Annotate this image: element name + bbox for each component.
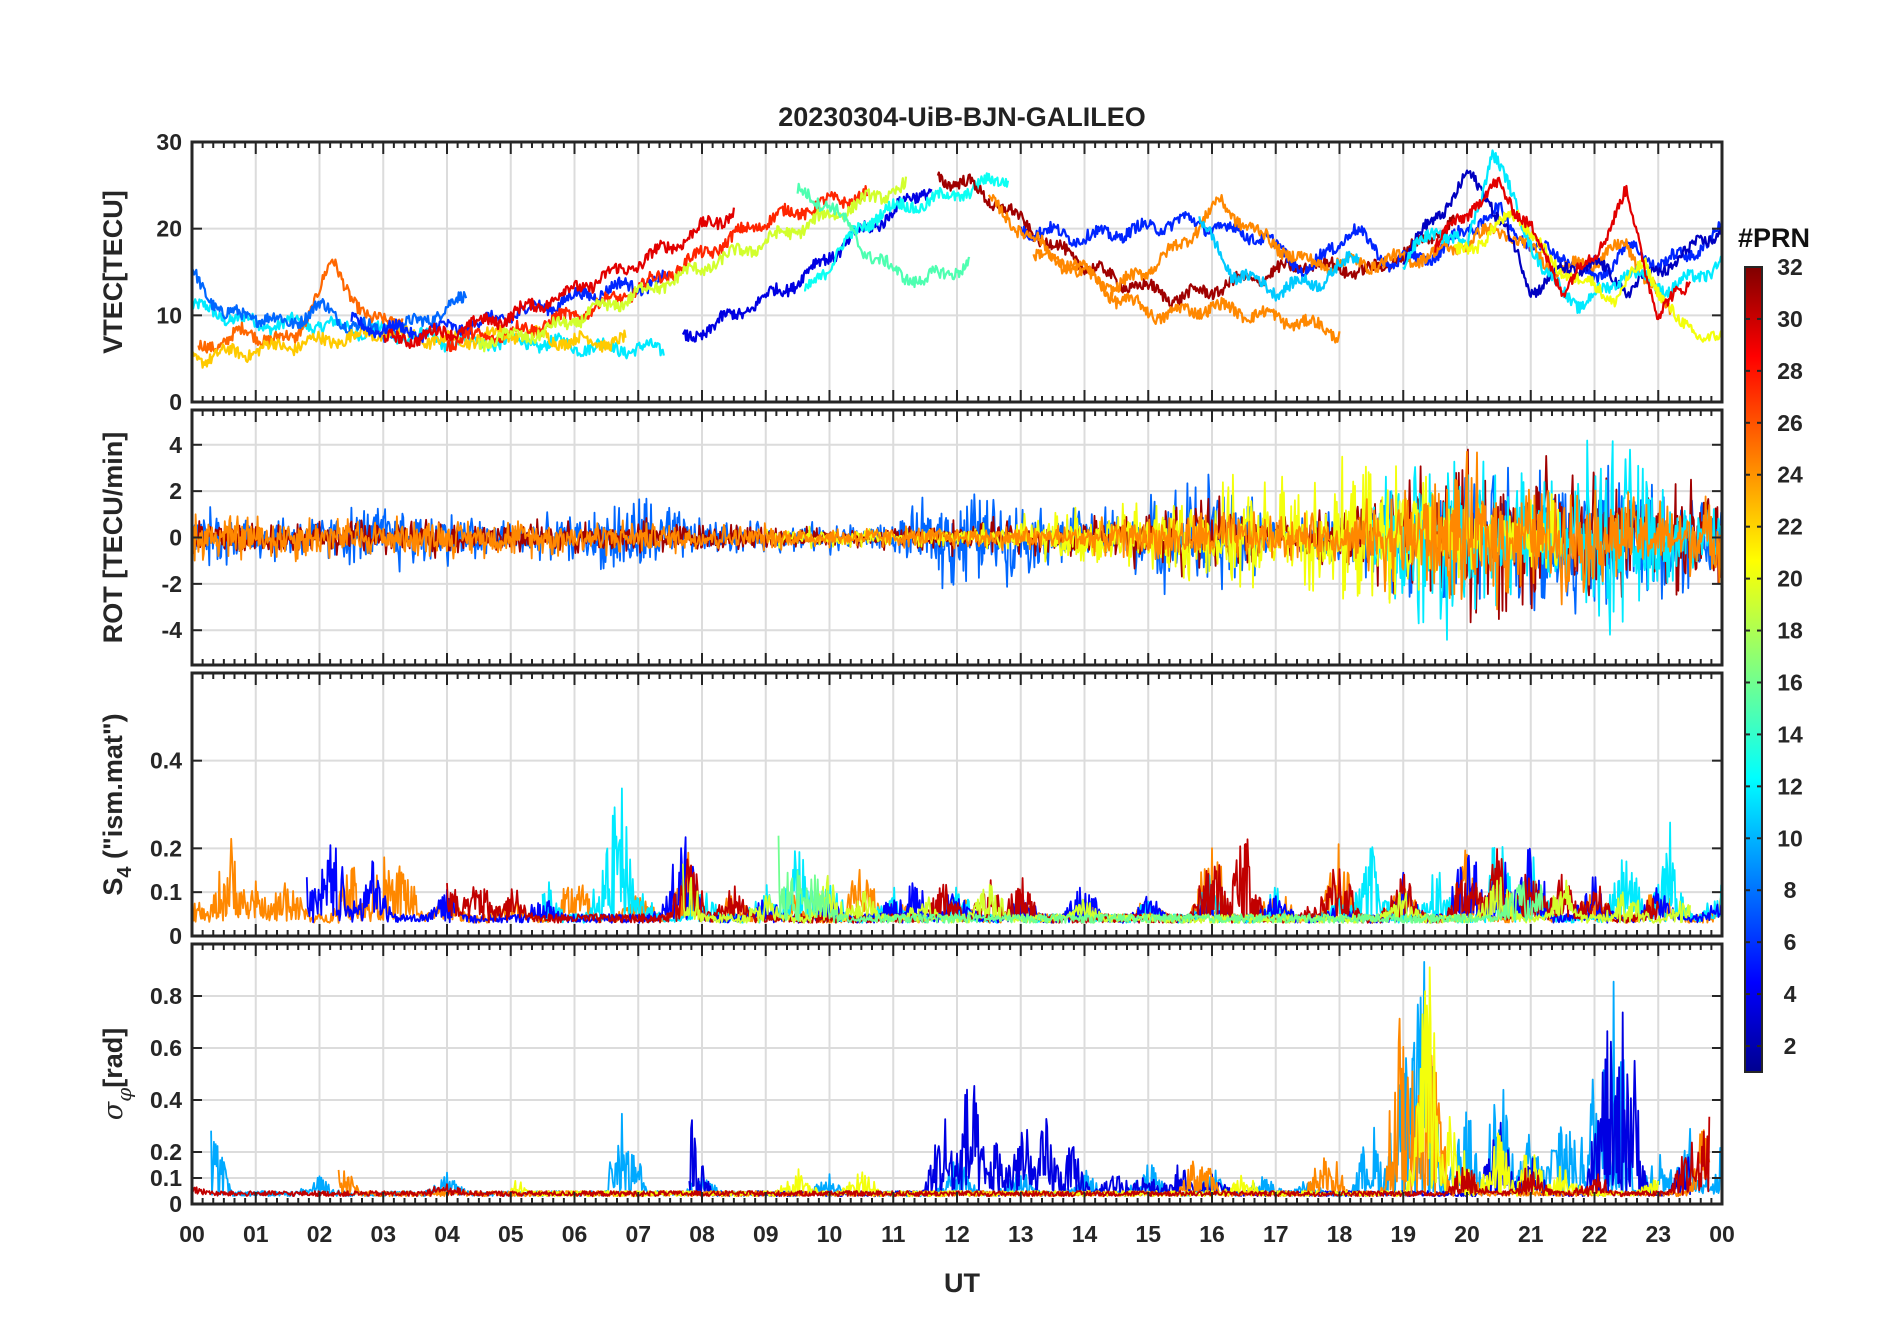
x-tick-label: 21	[1518, 1221, 1544, 1247]
sigma_phi-y-axis-label: σφ[rad]	[98, 1028, 136, 1120]
x-tick-label: 15	[1135, 1221, 1161, 1247]
y-tick-label: 2	[169, 478, 182, 504]
x-tick-label: 11	[881, 1221, 906, 1247]
colorbar-tick-label: 2	[1784, 1033, 1797, 1059]
x-tick-label: 08	[689, 1221, 715, 1247]
x-tick-label: 12	[944, 1221, 970, 1247]
colorbar-tick-label: 10	[1777, 825, 1803, 851]
x-tick-label: 07	[625, 1221, 651, 1247]
x-tick-labels: 00 01 02 03 04 05 06 07 08 09 10 11 12 13 14 15 16 17 18 19…	[179, 1221, 1735, 1247]
colorbar: 2468101214161820222426283032 #PRN	[1738, 223, 1810, 1073]
x-tick-label: 10	[817, 1221, 843, 1247]
y-tick-label: 20	[156, 216, 182, 242]
colorbar-tick-label: 26	[1777, 410, 1803, 436]
x-tick-label: 00	[179, 1221, 205, 1247]
colorbar-tick-label: 24	[1777, 462, 1803, 488]
x-tick-label: 01	[243, 1221, 269, 1247]
y-tick-label: 0	[169, 389, 182, 415]
x-tick-label: 02	[307, 1221, 333, 1247]
y-tick-label: 0	[169, 1191, 182, 1217]
colorbar-tick-label: 30	[1777, 306, 1803, 332]
x-tick-label: 09	[753, 1221, 779, 1247]
y-tick-label: 10	[156, 302, 182, 328]
colorbar-gradient	[1744, 266, 1763, 1073]
figure-title: 20230304-UiB-BJN-GALILEO	[778, 102, 1146, 132]
x-tick-label: 22	[1582, 1221, 1608, 1247]
y-tick-label: 30	[156, 129, 182, 155]
figure: 20230304-UiB-BJN-GALILEO 0102030VTEC[TEC…	[98, 102, 1810, 1298]
y-tick-label: 0.2	[150, 835, 182, 861]
y-tick-label: 0.1	[150, 879, 182, 905]
y-tick-label: 0.2	[150, 1139, 182, 1165]
x-tick-label: 19	[1390, 1221, 1416, 1247]
y-tick-label: 0.6	[150, 1035, 182, 1061]
colorbar-tick-label: 22	[1777, 514, 1803, 540]
rot-panel: -4 -2 0 2 4 ROT [TECU/min]	[98, 408, 1724, 667]
x-tick-label: 06	[562, 1221, 588, 1247]
x-tick-label: 13	[1008, 1221, 1034, 1247]
colorbar-tick-label: 18	[1777, 618, 1803, 644]
colorbar-tick-label: 12	[1777, 773, 1803, 799]
sigma-phi-panel: 00.10.2 0.4 0.6 0.8 σφ[rad]	[98, 942, 1724, 1217]
x-tick-label: 18	[1327, 1221, 1353, 1247]
y-tick-label: 0	[169, 525, 182, 551]
y-tick-label: 0.8	[150, 983, 182, 1009]
x-tick-label: 17	[1263, 1221, 1289, 1247]
y-tick-label: 4	[169, 432, 182, 458]
colorbar-tick-label: 28	[1777, 358, 1803, 384]
colorbar-tick-label: 32	[1777, 254, 1803, 280]
colorbar-tick-label: 14	[1777, 721, 1803, 747]
x-tick-label: 16	[1199, 1221, 1225, 1247]
vtec-panel: 0 10 20 30 VTEC[TECU]	[98, 129, 1724, 415]
y-tick-label: 0.1	[150, 1165, 182, 1191]
s4-y-axis-label: S4 ("ism.mat")	[98, 713, 136, 895]
vtec-y-axis-label: VTEC[TECU]	[98, 190, 128, 354]
y-tick-label: -4	[162, 617, 183, 643]
x-tick-label: 23	[1645, 1221, 1671, 1247]
x-tick-label: 05	[498, 1221, 524, 1247]
x-axis-label: UT	[944, 1268, 980, 1298]
y-tick-label: 0.4	[150, 748, 182, 774]
y-tick-label: 0.4	[150, 1087, 182, 1113]
x-tick-label: 00	[1709, 1221, 1735, 1247]
colorbar-tick-label: 4	[1784, 981, 1797, 1007]
colorbar-tick-label: 8	[1784, 877, 1797, 903]
y-tick-label: -2	[162, 571, 182, 597]
x-tick-label: 20	[1454, 1221, 1480, 1247]
x-tick-label: 14	[1072, 1221, 1098, 1247]
colorbar-tick-label: 16	[1777, 669, 1803, 695]
x-tick-label: 03	[370, 1221, 396, 1247]
colorbar-label: #PRN	[1738, 223, 1810, 253]
y-tick-label: 0	[169, 923, 182, 949]
rot-y-axis-label: ROT [TECU/min]	[98, 432, 128, 643]
s4-panel: 0 0.1 0.2 0.4 S4 ("ism.mat")	[98, 671, 1724, 949]
colorbar-tick-label: 20	[1777, 566, 1803, 592]
x-tick-label: 04	[434, 1221, 460, 1247]
colorbar-tick-label: 6	[1784, 929, 1797, 955]
